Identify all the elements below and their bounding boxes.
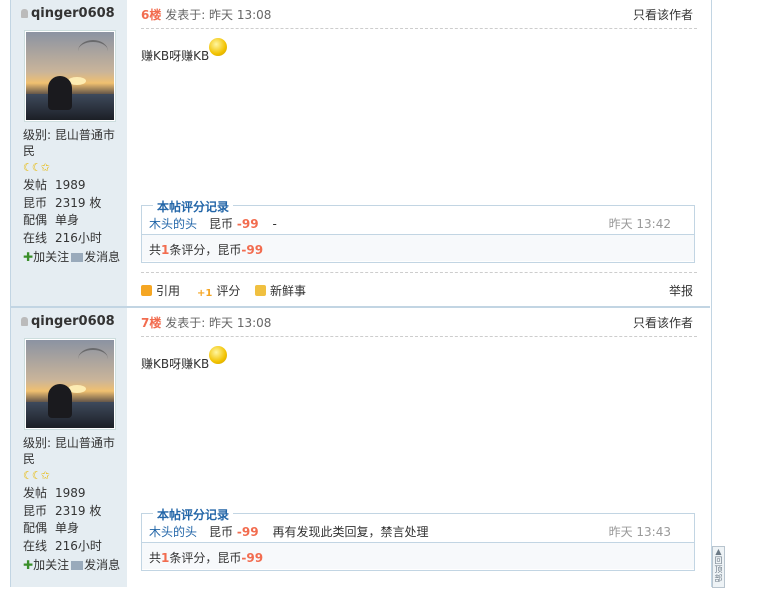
follow-link[interactable]: 加关注: [33, 558, 69, 572]
rating-reason: 再有发现此类回复，禁言处理: [272, 525, 429, 539]
username[interactable]: qinger0608: [31, 6, 115, 21]
stat-label: 在线: [23, 538, 48, 553]
rating-value: -99: [236, 217, 259, 231]
message-link[interactable]: 发消息: [84, 558, 120, 572]
post-content: 7楼 发表于: 昨天 13:08 只看该作者 赚KB呀赚KB 本帖评分记录 木头…: [141, 308, 697, 614]
stat-label: 发帖: [23, 178, 48, 192]
summary-mid: 条评分，昆币: [169, 243, 242, 257]
post-header: 7楼 发表于: 昨天 13:08 只看该作者: [141, 314, 697, 337]
smiley-icon: [209, 346, 228, 364]
post-time: 发表于: 昨天 13:08: [165, 8, 272, 22]
stat-label: 昆币: [23, 503, 48, 518]
post-6: qinger0608 级别: 昆山普通市民 ☾☾✩ 发帖 1989 昆币 2319 …: [10, 0, 710, 306]
rating-time: 昨天 13:42: [608, 217, 671, 231]
username[interactable]: qinger0608: [31, 314, 115, 329]
post-body: 赚KB呀赚KB: [141, 38, 228, 64]
quote-button[interactable]: 引用: [141, 282, 180, 299]
post-content: 6楼 发表于: 昨天 13:08 只看该作者 赚KB呀赚KB 本帖评分记录 木头…: [141, 0, 697, 306]
rating-summary: 共1条评分，昆币-99: [142, 542, 694, 569]
stat-value: 单身: [55, 213, 80, 227]
post-text: 赚KB呀赚KB: [141, 49, 210, 63]
summary-value: -99: [241, 551, 264, 565]
stat-value: 1989: [55, 486, 86, 500]
floor-number[interactable]: 6楼: [141, 8, 161, 22]
stat-label: 在线: [23, 230, 48, 245]
stat-label: 配偶: [23, 213, 48, 227]
stat-label: 配偶: [23, 521, 48, 535]
post-7: qinger0608 级别: 昆山普通市民 ☾☾✩ 发帖 1989 昆币 2319 …: [10, 308, 710, 614]
post-footer: 引用 +1 评分 新鲜事 举报: [141, 272, 697, 305]
post-body: 赚KB呀赚KB: [141, 346, 228, 372]
summary-prefix: 共: [149, 243, 162, 257]
user-stats: 发帖 1989 昆币 2319 枚 配偶 单身 在线 216小时: [23, 177, 102, 247]
rating-coin: 昆币: [209, 525, 234, 539]
user-stats: 发帖 1989 昆币 2319 枚 配偶 单身 在线 216小时: [23, 485, 102, 555]
summary-value: -99: [241, 243, 264, 257]
rating-title[interactable]: 本帖评分记录: [153, 198, 234, 215]
back-to-top-button[interactable]: ▲ 回顶部: [712, 546, 725, 588]
rating-reason: -: [272, 217, 277, 231]
rate-button[interactable]: +1 评分: [197, 282, 240, 299]
envelope-icon: [71, 253, 84, 262]
quote-label[interactable]: 引用: [156, 284, 180, 298]
plus-one-icon: +1: [197, 288, 213, 299]
avatar[interactable]: [24, 30, 116, 122]
user-actions: ✚加关注 发消息: [23, 248, 120, 265]
rating-time: 昨天 13:43: [608, 525, 671, 539]
stat-value: 1989: [55, 178, 86, 192]
author-only-link[interactable]: 只看该作者: [633, 6, 693, 23]
rating-user[interactable]: 木头的头: [149, 217, 197, 231]
rating-record: 本帖评分记录 木头的头 昆币 -99- 昨天 13:42 共1条评分，昆币-99: [141, 198, 695, 263]
level-stars-icon: ☾☾✩: [23, 161, 50, 174]
user-sidebar: qinger0608 级别: 昆山普通市民 ☾☾✩ 发帖 1989 昆币 2319 …: [11, 0, 127, 306]
rating-row: 木头的头 昆币 -99 再有发现此类回复，禁言处理 昨天 13:43: [149, 523, 689, 540]
post-header: 6楼 发表于: 昨天 13:08 只看该作者: [141, 6, 697, 29]
floor-number[interactable]: 7楼: [141, 316, 161, 330]
rating-value: -99: [236, 525, 259, 539]
username-link[interactable]: qinger0608: [21, 314, 115, 329]
quote-icon: [141, 285, 152, 296]
rating-summary: 共1条评分，昆币-99: [142, 234, 694, 261]
avatar[interactable]: [24, 338, 116, 430]
smiley-icon: [209, 38, 228, 56]
back-to-top-label[interactable]: 回顶部: [715, 556, 723, 583]
author-only-link[interactable]: 只看该作者: [633, 314, 693, 331]
user-actions: ✚加关注 发消息: [23, 556, 120, 573]
user-icon: [21, 317, 28, 326]
user-level: 级别: 昆山普通市民: [23, 128, 115, 158]
stat-label: 昆币: [23, 195, 48, 210]
rating-record: 本帖评分记录 木头的头 昆币 -99 再有发现此类回复，禁言处理 昨天 13:43 …: [141, 506, 695, 571]
stat-value: 216小时: [55, 230, 102, 245]
report-link[interactable]: 举报: [669, 282, 693, 299]
username-link[interactable]: qinger0608: [21, 6, 115, 21]
summary-prefix: 共: [149, 551, 162, 565]
user-level: 级别: 昆山普通市民: [23, 436, 115, 466]
stat-value: 216小时: [55, 538, 102, 553]
back-to-top-arrow-icon: ▲: [715, 547, 722, 556]
user-sidebar: qinger0608 级别: 昆山普通市民 ☾☾✩ 发帖 1989 昆币 2319 …: [11, 308, 127, 587]
stat-value: 2319 枚: [55, 195, 102, 210]
fresh-icon: [255, 285, 266, 296]
plus-icon: ✚: [23, 250, 34, 264]
message-link[interactable]: 发消息: [84, 250, 120, 264]
envelope-icon: [71, 561, 84, 570]
post-text: 赚KB呀赚KB: [141, 357, 210, 371]
stat-value: 2319 枚: [55, 503, 102, 518]
summary-mid: 条评分，昆币: [169, 551, 242, 565]
level-stars-icon: ☾☾✩: [23, 469, 50, 482]
rating-coin: 昆币: [209, 217, 234, 231]
rating-row: 木头的头 昆币 -99- 昨天 13:42: [149, 215, 689, 232]
user-icon: [21, 9, 28, 18]
stat-label: 发帖: [23, 486, 48, 500]
rating-title[interactable]: 本帖评分记录: [153, 506, 234, 523]
rating-user[interactable]: 木头的头: [149, 525, 197, 539]
plus-icon: ✚: [23, 558, 34, 572]
stat-value: 单身: [55, 521, 80, 535]
follow-link[interactable]: 加关注: [33, 250, 69, 264]
post-time: 发表于: 昨天 13:08: [165, 316, 272, 330]
fresh-label[interactable]: 新鲜事: [270, 284, 306, 298]
rate-label[interactable]: 评分: [216, 284, 240, 298]
fresh-button[interactable]: 新鲜事: [255, 282, 306, 299]
